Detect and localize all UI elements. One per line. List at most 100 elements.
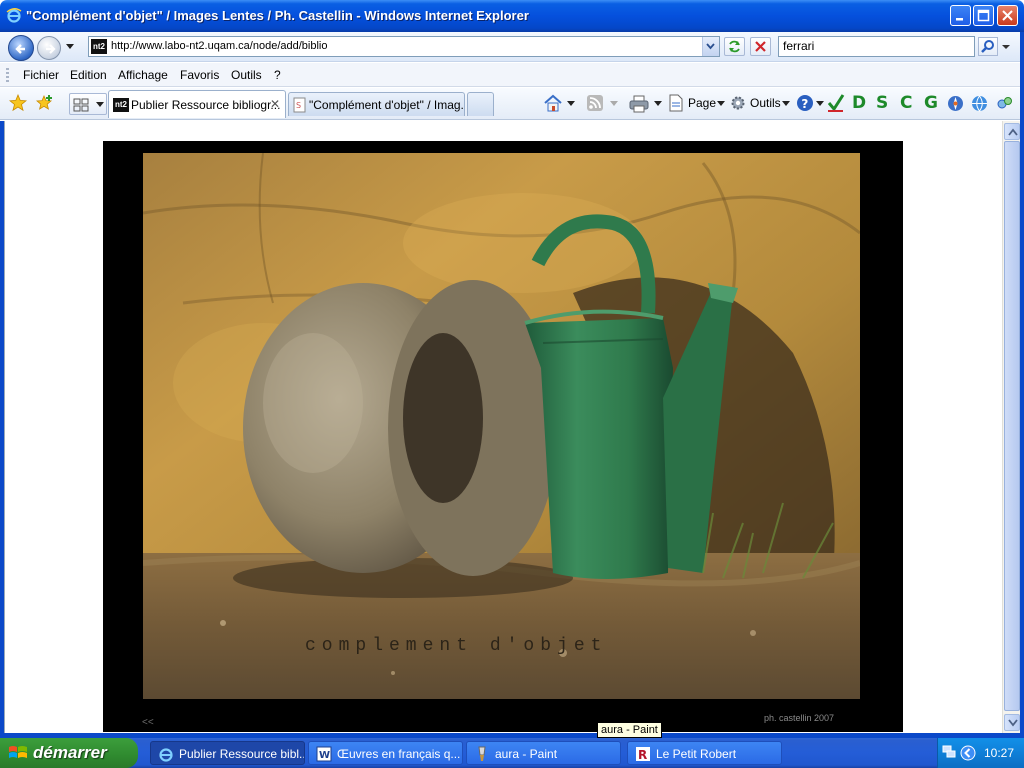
svg-text:W: W <box>319 750 330 761</box>
checkmark-icon[interactable] <box>827 93 845 113</box>
menu-favorites[interactable]: Favoris <box>180 68 219 82</box>
quick-tabs-button[interactable] <box>69 93 107 115</box>
task-label: Publier Ressource bibl... <box>179 747 305 761</box>
task-paint[interactable]: aura - Paint <box>466 741 621 765</box>
page-menu-button[interactable]: Page <box>688 96 716 110</box>
home-icon[interactable] <box>543 94 563 112</box>
tab-complement-objet[interactable]: S "Complément d'objet" / Imag... <box>288 92 465 116</box>
help-icon[interactable]: ? <box>796 94 814 112</box>
page-icon: S <box>293 97 306 113</box>
tab-label: Publier Ressource bibliogr... <box>131 98 281 112</box>
refresh-button[interactable] <box>724 37 745 56</box>
network-icon[interactable] <box>942 745 956 759</box>
add-favorite-icon[interactable] <box>36 94 54 112</box>
minimize-button[interactable] <box>950 5 971 26</box>
page-dropdown-icon[interactable] <box>717 101 725 107</box>
help-dropdown-icon[interactable] <box>816 101 824 107</box>
task-publier-ressource[interactable]: Publier Ressource bibl... <box>150 741 305 765</box>
vertical-scrollbar[interactable] <box>1002 121 1020 733</box>
new-tab-button[interactable] <box>467 92 494 116</box>
addon-g-button[interactable]: G <box>924 93 938 113</box>
toolbar-grip[interactable] <box>6 68 9 82</box>
search-input[interactable] <box>783 39 963 53</box>
robert-dictionary-icon: R <box>636 747 650 762</box>
tab-bar: nt2 Publier Ressource bibliogr... ✕ S "C… <box>0 88 1024 120</box>
menu-edit[interactable]: Edition <box>70 68 107 82</box>
task-label: Œuvres en français q... <box>337 747 461 761</box>
close-tab-icon[interactable]: ✕ <box>270 97 280 111</box>
windows-flag-icon <box>9 746 27 758</box>
menu-tools[interactable]: Outils <box>231 68 262 82</box>
search-options-dropdown-icon[interactable] <box>999 37 1013 56</box>
gear-icon <box>731 96 745 110</box>
maximize-icon <box>977 9 990 22</box>
search-button[interactable] <box>978 37 998 56</box>
start-label: démarrer <box>33 743 107 762</box>
magnifier-icon <box>981 40 994 53</box>
task-label: aura - Paint <box>495 747 558 761</box>
taskbar-tooltip: aura - Paint <box>597 722 662 738</box>
stop-icon <box>755 41 766 52</box>
menu-help[interactable]: ? <box>274 68 281 82</box>
chevron-down-icon <box>706 43 715 50</box>
menu-view[interactable]: Affichage <box>118 68 168 82</box>
stop-button[interactable] <box>750 37 771 56</box>
print-dropdown-icon[interactable] <box>654 101 662 107</box>
task-le-petit-robert[interactable]: R Le Petit Robert <box>627 741 782 765</box>
system-tray: 10:27 <box>937 738 1024 768</box>
start-button[interactable]: démarrer <box>0 738 138 768</box>
quick-tabs-icon <box>73 98 89 112</box>
arrow-left-icon <box>15 44 25 54</box>
window-border-left <box>0 121 4 738</box>
window-title-bar[interactable]: "Complément d'objet" / Images Lentes / P… <box>0 0 1024 32</box>
minimize-icon <box>956 18 963 21</box>
word-document-icon: W <box>316 746 332 762</box>
window-border-right <box>1020 32 1024 738</box>
addon-s-button[interactable]: S <box>876 93 888 113</box>
forward-button[interactable] <box>37 36 61 60</box>
arrow-up-icon <box>1008 128 1018 136</box>
tools-dropdown-icon[interactable] <box>782 101 790 107</box>
show-hidden-icons-icon[interactable] <box>960 745 976 761</box>
window-title: "Complément d'objet" / Images Lentes / P… <box>26 8 529 23</box>
scroll-up-button[interactable] <box>1004 123 1020 140</box>
task-word-document[interactable]: W Œuvres en français q... <box>308 741 463 765</box>
tab-list-dropdown-icon <box>96 102 104 107</box>
svg-text:S: S <box>296 101 301 110</box>
research-icon[interactable] <box>995 95 1013 112</box>
addon-d-button[interactable]: D <box>852 93 866 113</box>
address-bar[interactable]: nt2 http://www.labo-nt2.uqam.ca/node/add… <box>88 36 720 57</box>
globe-icon[interactable] <box>971 95 988 112</box>
search-box[interactable] <box>778 36 975 57</box>
refresh-icon <box>729 40 740 53</box>
clock: 10:27 <box>984 746 1015 760</box>
favorites-star-icon[interactable] <box>9 94 27 112</box>
tools-menu-button[interactable]: Outils <box>750 96 781 110</box>
site-favicon: nt2 <box>91 39 107 54</box>
address-url[interactable]: http://www.labo-nt2.uqam.ca/node/add/bib… <box>111 40 327 52</box>
history-dropdown-icon[interactable] <box>66 44 74 50</box>
page-menu-icon <box>669 94 683 112</box>
feed-dropdown-icon[interactable] <box>610 101 618 107</box>
maximize-button[interactable] <box>973 5 994 26</box>
photo-watering-can-and-stone <box>143 153 860 699</box>
back-button[interactable] <box>8 35 34 61</box>
printer-icon[interactable] <box>629 95 649 113</box>
menu-bar: Fichier Edition Affichage Favoris Outils… <box>0 63 1024 87</box>
home-dropdown-icon[interactable] <box>567 101 575 107</box>
scroll-thumb[interactable] <box>1004 141 1020 711</box>
arrow-right-icon <box>46 44 56 54</box>
close-window-button[interactable] <box>997 5 1018 26</box>
task-label: Le Petit Robert <box>656 747 737 761</box>
arrow-down-icon <box>1008 719 1018 727</box>
scroll-down-button[interactable] <box>1004 714 1020 731</box>
compass-icon[interactable] <box>947 95 964 112</box>
addon-c-button[interactable]: C <box>900 93 912 113</box>
previous-image-link[interactable]: << <box>142 717 154 728</box>
tab-publier-ressource[interactable]: nt2 Publier Ressource bibliogr... ✕ <box>108 90 286 118</box>
photo-credit: ph. castellin 2007 <box>764 713 835 723</box>
tab-label: "Complément d'objet" / Imag... <box>309 98 465 112</box>
menu-file[interactable]: Fichier <box>23 68 59 82</box>
rss-feed-icon[interactable] <box>587 95 603 111</box>
address-dropdown-button[interactable] <box>702 37 719 56</box>
